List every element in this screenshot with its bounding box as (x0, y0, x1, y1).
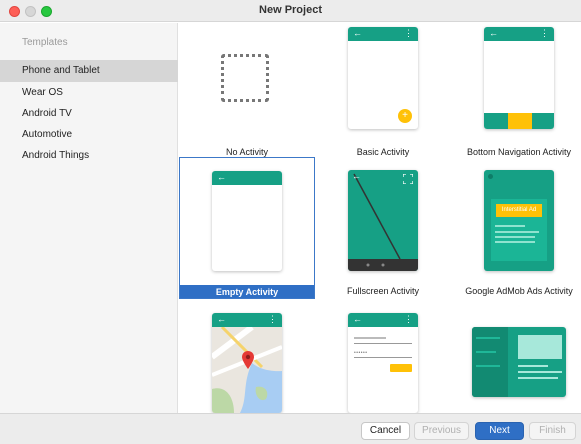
template-google-admob-ads-activity[interactable]: Interstitial Ad Google AdMob Ads Activit… (451, 157, 581, 299)
master-pane (472, 327, 508, 397)
login-preview: ← ⋮ •••••• (348, 313, 418, 413)
next-button[interactable]: Next (475, 422, 524, 440)
map-pin-icon (242, 351, 254, 369)
sign-in-button-graphic (390, 364, 412, 372)
bottom-nav-preview: ← ⋮ (484, 27, 554, 129)
map-graphic (212, 327, 282, 413)
window-title: New Project (259, 4, 322, 16)
sidebar-item-phone-and-tablet[interactable]: Phone and Tablet (0, 60, 178, 82)
password-underline (354, 357, 412, 358)
overflow-menu-icon: ⋮ (540, 28, 549, 38)
overflow-menu-icon: ⋮ (404, 28, 413, 38)
template-label: Google AdMob Ads Activity (465, 286, 573, 296)
cancel-button[interactable]: Cancel (361, 422, 410, 440)
back-arrow-icon: ← (217, 172, 226, 182)
list-line (476, 351, 496, 353)
text-line (495, 225, 525, 227)
template-bottom-navigation-activity[interactable]: ← ⋮ Bottom Navigation Activity (451, 23, 581, 165)
username-field (354, 343, 412, 344)
fullscreen-expand-icon (403, 174, 413, 184)
app-bar: ← ⋮ (348, 313, 418, 327)
interstitial-ad-banner: Interstitial Ad (496, 204, 542, 217)
back-arrow-icon: ← (353, 314, 362, 324)
bottom-nav-active-item (508, 113, 532, 129)
bottom-navigation-bar (484, 113, 554, 129)
empty-placeholder-icon (221, 54, 269, 102)
finish-button[interactable]: Finish (529, 422, 576, 440)
template-empty-activity[interactable]: ← Empty Activity (179, 157, 315, 299)
text-line (495, 231, 539, 233)
template-no-activity[interactable]: No Activity (179, 23, 315, 165)
fullscreen-activity-preview: ← (348, 170, 418, 271)
app-bar: ← ⋮ (348, 27, 418, 41)
overflow-menu-icon: ⋮ (268, 314, 277, 324)
text-line (495, 236, 535, 238)
ad-panel: Interstitial Ad (491, 199, 547, 261)
empty-activity-preview: ← (212, 171, 282, 271)
template-label: Fullscreen Activity (346, 286, 420, 296)
basic-activity-preview: ← ⋮ + (348, 27, 418, 129)
templates-sidebar: Templates Phone and Tablet Wear OS Andro… (0, 23, 178, 413)
template-gallery: No Activity ← ⋮ + Basic Activity ← ⋮ Bot… (179, 23, 581, 413)
detail-text-line (518, 365, 548, 367)
template-basic-activity[interactable]: ← ⋮ + Basic Activity (315, 23, 451, 165)
master-detail-preview (472, 327, 566, 397)
sidebar-header: Templates (22, 37, 68, 48)
template-label: Empty Activity (180, 285, 314, 298)
text-line (495, 241, 535, 243)
app-bar: ← ⋮ (212, 313, 282, 327)
previous-button[interactable]: Previous (414, 422, 469, 440)
template-fullscreen-activity[interactable]: ← Fullscreen Activity (315, 157, 451, 299)
detail-text-line (518, 377, 558, 379)
app-bar: ← (212, 171, 282, 185)
list-line (476, 337, 500, 339)
sidebar-item-automotive[interactable]: Automotive (0, 124, 178, 146)
camera-dot (488, 174, 493, 179)
template-master-detail-flow[interactable] (451, 303, 581, 413)
new-project-window: New Project Templates Phone and Tablet W… (0, 0, 581, 444)
maps-preview: ← ⋮ (212, 313, 282, 413)
fullscreen-diagonal-graphic (348, 173, 418, 271)
back-arrow-icon: ← (489, 28, 498, 38)
sidebar-item-android-tv[interactable]: Android TV (0, 103, 178, 125)
back-arrow-icon: ← (217, 314, 226, 324)
list-line (476, 365, 500, 367)
admob-preview: Interstitial Ad (484, 170, 554, 271)
detail-text-line (518, 371, 562, 373)
dialog-footer: Cancel Previous Next Finish (0, 413, 581, 444)
back-arrow-icon: ← (353, 28, 362, 38)
username-hint-line (354, 337, 386, 339)
detail-image (518, 335, 562, 359)
title-bar: New Project (0, 0, 581, 22)
fab-icon: + (398, 109, 412, 123)
back-arrow-icon: ← (352, 171, 361, 181)
template-login-activity[interactable]: ← ⋮ •••••• (315, 303, 451, 413)
template-google-maps-activity[interactable]: ← ⋮ (179, 303, 315, 413)
overflow-menu-icon: ⋮ (404, 314, 413, 324)
app-bar: ← ⋮ (484, 27, 554, 41)
sidebar-item-wear-os[interactable]: Wear OS (0, 82, 178, 104)
password-field: •••••• (354, 350, 368, 356)
sidebar-item-android-things[interactable]: Android Things (0, 145, 178, 167)
